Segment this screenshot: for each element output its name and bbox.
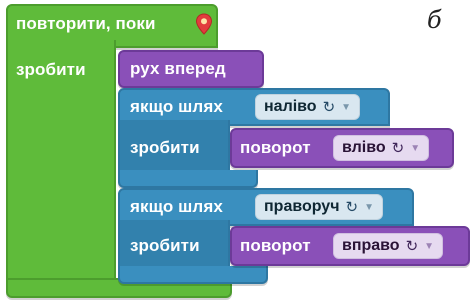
if-right-do-label: зробити: [130, 236, 200, 255]
if-path-left-footer: [118, 170, 258, 188]
chevron-down-icon: ▼: [341, 101, 352, 113]
rotate-icon: ↻: [391, 140, 405, 157]
path-left-dropdown[interactable]: наліво ↻ ▼: [255, 94, 361, 120]
repeat-do-label: зробити: [16, 60, 86, 79]
move-forward-label: рух вперед: [130, 59, 226, 78]
chevron-down-icon: ▼: [410, 142, 421, 154]
turn-left-dropdown[interactable]: вліво ↻ ▼: [333, 135, 430, 161]
location-pin-icon[interactable]: [195, 13, 213, 35]
turn-left-label: поворот: [240, 138, 311, 157]
if-left-do-label: зробити: [130, 138, 200, 157]
turn-right-value: вправо: [342, 237, 400, 254]
rotate-icon: ↻: [405, 238, 419, 255]
rotate-icon: ↻: [345, 199, 359, 216]
path-right-dropdown[interactable]: праворуч ↻ ▼: [255, 194, 383, 220]
chevron-down-icon: ▼: [364, 201, 374, 213]
path-right-value: праворуч: [264, 198, 340, 215]
rotate-icon: ↻: [322, 99, 336, 116]
chevron-down-icon: ▼: [424, 240, 435, 252]
if-path-left-label: якщо шлях: [130, 97, 223, 116]
turn-left-value: вліво: [342, 139, 386, 156]
turn-right-label: поворот: [240, 236, 311, 255]
if-path-right-label: якщо шлях: [130, 197, 223, 216]
figure-letter: б: [427, 6, 442, 34]
repeat-until-label: повторити, поки: [16, 14, 156, 33]
if-path-right-footer: [118, 266, 268, 284]
path-left-value: наліво: [264, 98, 317, 115]
turn-right-dropdown[interactable]: вправо ↻ ▼: [333, 233, 444, 259]
